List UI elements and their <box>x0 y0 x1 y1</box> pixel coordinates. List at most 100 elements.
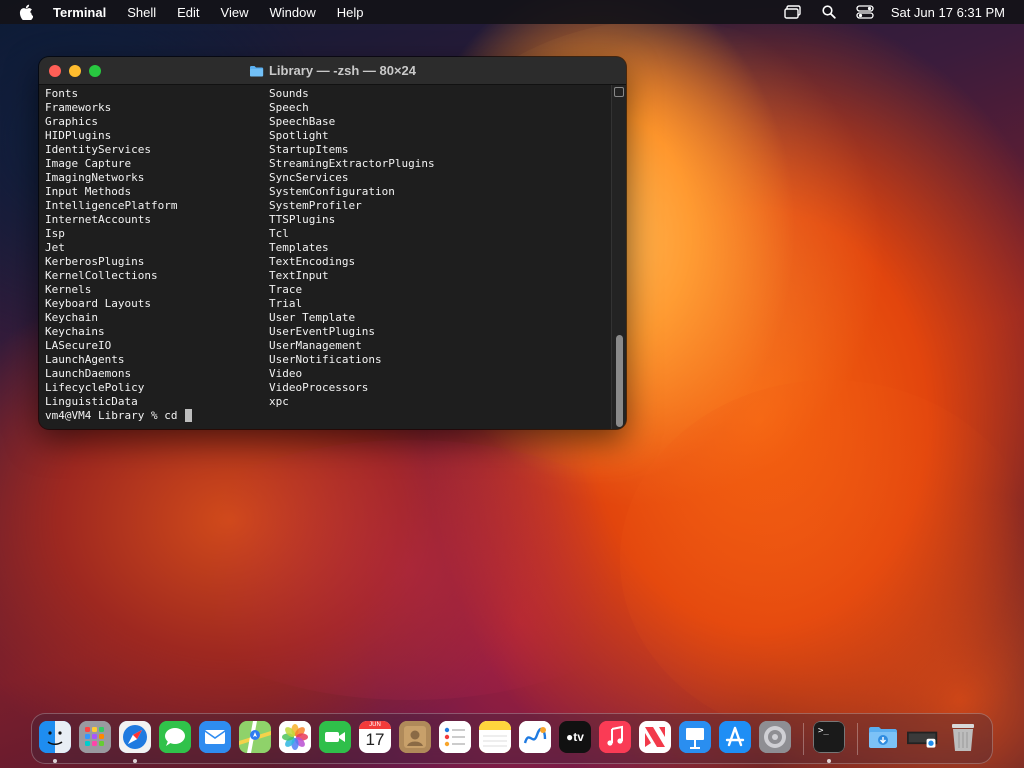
screenshot-stack-icon[interactable] <box>907 721 939 753</box>
listing-row: Image Capture StreamingExtractorPlugins <box>45 157 611 171</box>
safari-icon[interactable] <box>119 721 151 753</box>
notes-icon[interactable] <box>479 721 511 753</box>
listing-row: Keychains UserEventPlugins <box>45 325 611 339</box>
launchpad-icon[interactable] <box>79 721 111 753</box>
listing-row: Fonts Sounds <box>45 87 611 101</box>
messages-icon[interactable] <box>159 721 191 753</box>
reminders-icon[interactable] <box>439 721 471 753</box>
terminal-icon[interactable]: >_ <box>813 721 845 753</box>
running-indicator <box>53 759 57 763</box>
listing-entry: LaunchAgents <box>45 353 125 366</box>
close-window-button[interactable] <box>49 65 61 77</box>
finder-icon[interactable] <box>39 721 71 753</box>
listing-entry: Spotlight <box>269 129 329 142</box>
listing-entry: Fonts <box>45 87 79 100</box>
folder-icon <box>249 65 264 76</box>
trash-icon[interactable] <box>947 721 979 753</box>
menu-view[interactable]: View <box>221 5 249 20</box>
listing-row: Jet Templates <box>45 241 611 255</box>
prompt-line[interactable]: vm4@VM4 Library % cd <box>45 409 611 423</box>
calendar-icon[interactable]: JUN 17 <box>359 721 391 753</box>
listing-row: Kernels Trace <box>45 283 611 297</box>
listing-row: Isp Tcl <box>45 227 611 241</box>
spotlight-search-icon[interactable] <box>820 4 838 20</box>
photos-icon[interactable] <box>279 721 311 753</box>
listing-row: KernelCollections TextInput <box>45 269 611 283</box>
listing-row: LifecyclePolicy VideoProcessors <box>45 381 611 395</box>
listing-entry: LASecureIO <box>45 339 112 352</box>
music-icon[interactable] <box>599 721 631 753</box>
menu-help[interactable]: Help <box>337 5 364 20</box>
listing-entry: Isp <box>45 227 65 240</box>
text-cursor <box>185 409 193 422</box>
listing-entry: Keychain <box>45 311 98 324</box>
listing-row: KerberosPlugins TextEncodings <box>45 255 611 269</box>
mail-icon[interactable] <box>199 721 231 753</box>
listing-entry: IdentityServices <box>45 143 151 156</box>
control-center-icon[interactable] <box>856 4 874 20</box>
terminal-scrollbar[interactable] <box>611 85 626 429</box>
listing-entry: StartupItems <box>269 143 349 156</box>
listing-row: InternetAccounts TTSPlugins <box>45 213 611 227</box>
apple-menu-icon[interactable] <box>19 4 33 20</box>
listing-entry: Video <box>269 367 303 380</box>
listing-entry: UserManagement <box>269 339 362 352</box>
listing-entry: TextEncodings <box>269 255 356 268</box>
listing-entry: Trial <box>269 297 303 310</box>
listing-entry: Image Capture <box>45 157 132 170</box>
menubar-clock[interactable]: Sat Jun 17 6:31 PM <box>891 5 1005 20</box>
listing-entry: UserNotifications <box>269 353 382 366</box>
listing-entry: KerberosPlugins <box>45 255 145 268</box>
listing-entry: xpc <box>269 395 289 408</box>
listing-row: HIDPlugins Spotlight <box>45 129 611 143</box>
listing-row: Input Methods SystemConfiguration <box>45 185 611 199</box>
keynote-icon[interactable] <box>679 721 711 753</box>
system-settings-icon[interactable] <box>759 721 791 753</box>
apple-tv-icon[interactable]: ●tv <box>559 721 591 753</box>
facetime-icon[interactable] <box>319 721 351 753</box>
listing-entry: InternetAccounts <box>45 213 151 226</box>
listing-entry: SyncServices <box>269 171 349 184</box>
listing-entry: SystemProfiler <box>269 199 362 212</box>
listing-entry: Graphics <box>45 115 98 128</box>
zoom-window-button[interactable] <box>89 65 101 77</box>
menu-window[interactable]: Window <box>270 5 316 20</box>
running-indicator <box>827 759 831 763</box>
listing-row: IntelligencePlatform SystemProfiler <box>45 199 611 213</box>
listing-entry: ImagingNetworks <box>45 171 145 184</box>
listing-entry: Kernels <box>45 283 92 296</box>
app-store-icon[interactable] <box>719 721 751 753</box>
calendar-day-label: 17 <box>365 730 385 749</box>
listing-entry: Speech <box>269 101 309 114</box>
menu-edit[interactable]: Edit <box>177 5 199 20</box>
listing-entry: HIDPlugins <box>45 129 112 142</box>
listing-row: LaunchAgents UserNotifications <box>45 353 611 367</box>
contacts-icon[interactable] <box>399 721 431 753</box>
listing-entry: LinguisticData <box>45 395 138 408</box>
calendar-month-label: JUN <box>359 721 391 729</box>
maps-icon[interactable] <box>239 721 271 753</box>
listing-row: LASecureIO UserManagement <box>45 339 611 353</box>
news-icon[interactable] <box>639 721 671 753</box>
dock-separator <box>803 723 804 755</box>
terminal-titlebar[interactable]: Library — -zsh — 80×24 <box>39 57 626 85</box>
listing-entry: Sounds <box>269 87 309 100</box>
listing-entry: Keychains <box>45 325 105 338</box>
window-title-text: Library — -zsh — 80×24 <box>268 63 417 78</box>
listing-entry: Frameworks <box>45 101 112 114</box>
minimize-window-button[interactable] <box>69 65 81 77</box>
listing-entry: Templates <box>269 241 329 254</box>
menu-shell[interactable]: Shell <box>127 5 156 20</box>
terminal-output[interactable]: Fonts Sounds Frameworks Speech Graphics Speec… <box>45 87 611 427</box>
screen-mirroring-icon[interactable] <box>784 4 802 20</box>
listing-row: Frameworks Speech <box>45 101 611 115</box>
listing-entry: SpeechBase <box>269 115 336 128</box>
listing-row: Graphics SpeechBase <box>45 115 611 129</box>
running-indicator <box>133 759 137 763</box>
listing-entry: SystemConfiguration <box>269 185 395 198</box>
menu-app-name[interactable]: Terminal <box>53 5 106 20</box>
freeform-icon[interactable] <box>519 721 551 753</box>
scrollbar-thumb[interactable] <box>616 335 623 427</box>
downloads-folder-icon[interactable] <box>867 721 899 753</box>
listing-entry: Tcl <box>269 227 289 240</box>
